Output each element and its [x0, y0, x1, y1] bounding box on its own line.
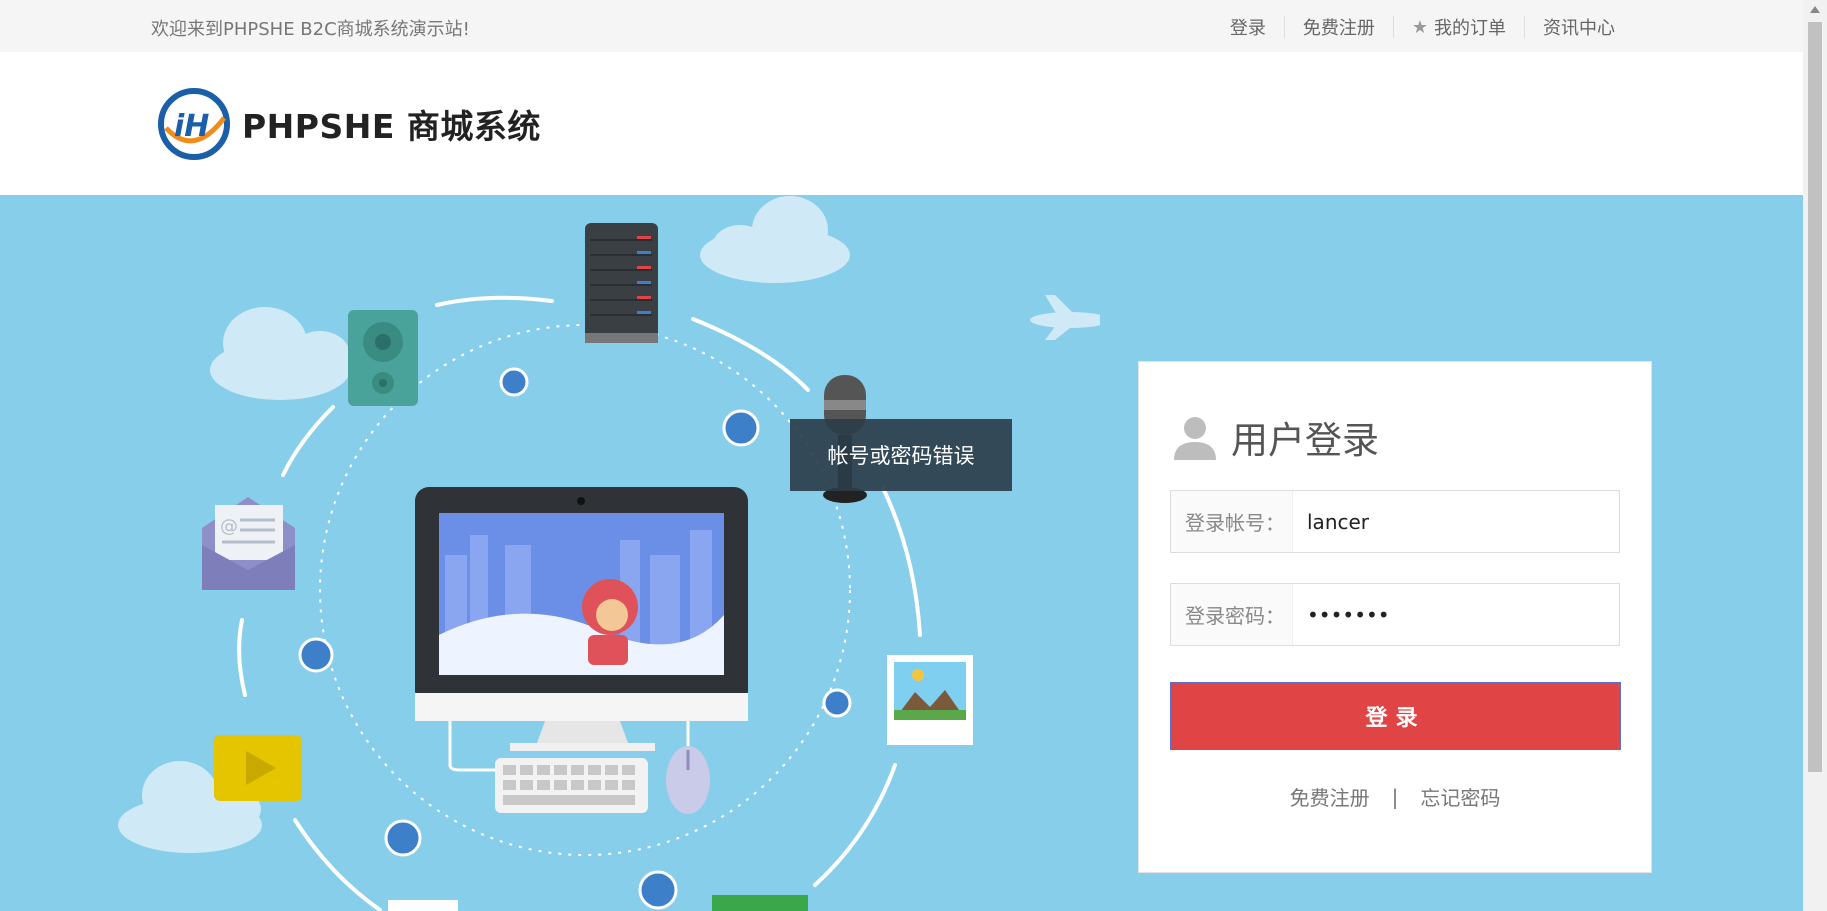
scroll-up-arrow-icon[interactable] [1810, 6, 1820, 13]
top-link-my-orders[interactable]: ★ 我的订单 [1394, 14, 1524, 40]
banner-illustration: @ [118, 196, 1100, 911]
page-scrollbar[interactable] [1803, 0, 1827, 911]
account-field: 登录帐号： [1170, 490, 1620, 553]
account-input[interactable] [1293, 491, 1619, 552]
login-button[interactable]: 登录 [1170, 682, 1621, 750]
site-header: iH PHPSHE 商城系统 [0, 52, 1803, 195]
logo-text: PHPSHE 商城系统 [242, 107, 541, 146]
computer-illustration [415, 487, 748, 751]
top-bar: 欢迎来到PHPSHE B2C商城系统演示站! 登录 免费注册 ★ 我的订单 资讯… [0, 0, 1803, 52]
top-links: 登录 免费注册 ★ 我的订单 资讯中心 [1212, 14, 1633, 40]
login-footer-links: 免费注册 | 忘记密码 [1139, 782, 1651, 811]
login-title: 用户登录 [1171, 410, 1379, 464]
login-panel: 用户登录 登录帐号： 登录密码： 登录 免费注册 | 忘记密码 [1138, 361, 1652, 873]
login-title-text: 用户登录 [1231, 419, 1379, 462]
scrollbar-thumb[interactable] [1808, 22, 1822, 772]
server-icon [585, 223, 658, 343]
user-icon [1174, 417, 1216, 460]
welcome-text: 欢迎来到PHPSHE B2C商城系统演示站! [151, 19, 470, 40]
mouse-illustration [666, 721, 710, 814]
site-logo[interactable]: iH PHPSHE 商城系统 [158, 88, 541, 160]
video-play-icon [214, 735, 302, 801]
forgot-password-link[interactable]: 忘记密码 [1420, 782, 1500, 811]
svg-text:@: @ [220, 516, 238, 537]
error-toast: 帐号或密码错误 [790, 419, 1012, 491]
password-label: 登录密码： [1171, 584, 1293, 645]
password-field: 登录密码： [1170, 583, 1620, 646]
top-link-login[interactable]: 登录 [1212, 14, 1284, 40]
photo-frame-icon [887, 655, 973, 745]
envelope-icon: @ [202, 497, 295, 590]
speaker-icon [348, 310, 418, 406]
star-icon: ★ [1411, 16, 1428, 38]
top-link-my-orders-label: 我的订单 [1434, 18, 1506, 39]
link-separator: | [1391, 784, 1399, 809]
password-input[interactable] [1293, 584, 1619, 645]
register-link[interactable]: 免费注册 [1290, 782, 1370, 811]
account-label: 登录帐号： [1171, 491, 1293, 552]
top-link-news-center[interactable]: 资讯中心 [1525, 14, 1633, 40]
airplane-icon [1030, 295, 1100, 340]
svg-text:iH: iH [174, 109, 209, 144]
top-link-register[interactable]: 免费注册 [1285, 14, 1393, 40]
logo-mark-icon: iH [158, 88, 230, 160]
